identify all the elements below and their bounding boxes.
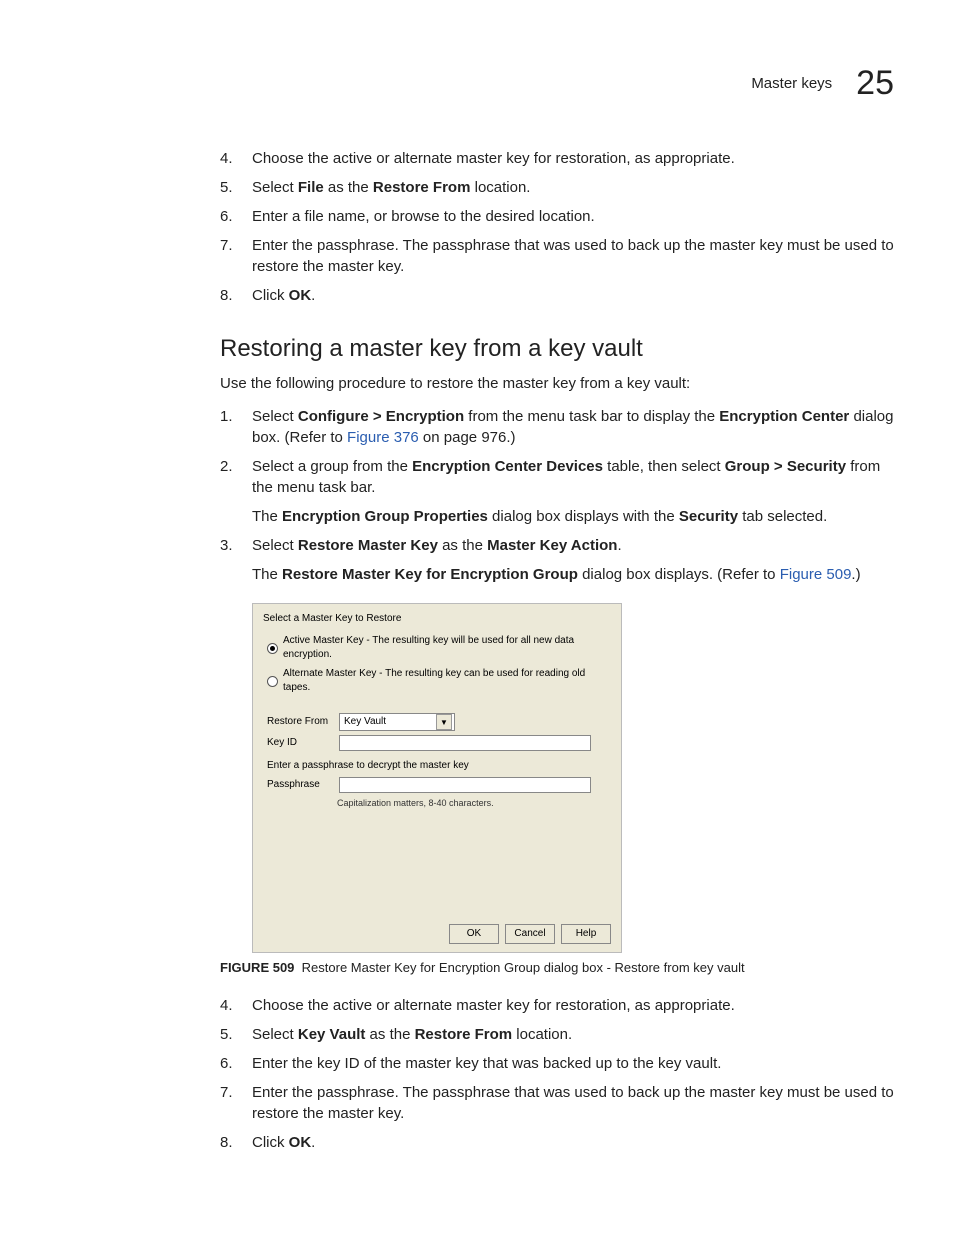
header-section-label: Master keys bbox=[751, 73, 832, 94]
step-item: 5. Select File as the Restore From locat… bbox=[220, 177, 894, 198]
step-item: 6. Enter a file name, or browse to the d… bbox=[220, 206, 894, 227]
step-text: Click OK. bbox=[252, 1132, 894, 1153]
restore-from-select[interactable]: Key Vault ▼ bbox=[339, 713, 455, 731]
figure-caption: FIGURE 509 Restore Master Key for Encryp… bbox=[220, 959, 894, 977]
step-item: 6. Enter the key ID of the master key th… bbox=[220, 1053, 894, 1074]
keyid-row: Key ID bbox=[267, 735, 611, 751]
step-subtext: The Encryption Group Properties dialog b… bbox=[252, 506, 894, 527]
keyid-input[interactable] bbox=[339, 735, 591, 751]
header-chapter-number: 25 bbox=[856, 60, 894, 108]
step-number: 6. bbox=[220, 206, 240, 227]
step-text: Choose the active or alternate master ke… bbox=[252, 995, 894, 1016]
help-button[interactable]: Help bbox=[561, 924, 611, 944]
figure-link[interactable]: Figure 376 bbox=[347, 429, 419, 446]
step-text: Enter the passphrase. The passphrase tha… bbox=[252, 1082, 894, 1124]
passphrase-prompt: Enter a passphrase to decrypt the master… bbox=[267, 759, 611, 773]
step-number: 5. bbox=[220, 177, 240, 198]
step-number: 4. bbox=[220, 148, 240, 169]
passphrase-hint: Capitalization matters, 8-40 characters. bbox=[337, 797, 611, 810]
step-text: Select Configure > Encryption from the m… bbox=[252, 406, 894, 448]
step-item: 4. Choose the active or alternate master… bbox=[220, 995, 894, 1016]
radio-active-master-key[interactable]: Active Master Key - The resulting key wi… bbox=[267, 634, 611, 662]
step-number: 6. bbox=[220, 1053, 240, 1074]
step-item: 1. Select Configure > Encryption from th… bbox=[220, 406, 894, 448]
step-text: Select File as the Restore From location… bbox=[252, 177, 894, 198]
step-item: 4. Choose the active or alternate master… bbox=[220, 148, 894, 169]
step-number: 7. bbox=[220, 1082, 240, 1124]
step-item: 8. Click OK. bbox=[220, 1132, 894, 1153]
radio-icon bbox=[267, 643, 278, 654]
page: Master keys 25 4. Choose the active or a… bbox=[0, 0, 954, 1235]
step-text: Click OK. bbox=[252, 285, 894, 306]
radio-label: Alternate Master Key - The resulting key… bbox=[283, 667, 611, 695]
step-text: Enter the key ID of the master key that … bbox=[252, 1053, 894, 1074]
step-subtext: The Restore Master Key for Encryption Gr… bbox=[252, 564, 894, 585]
radio-icon bbox=[267, 676, 278, 687]
step-number: 4. bbox=[220, 995, 240, 1016]
passphrase-input[interactable] bbox=[339, 777, 591, 793]
steps-list-bottom: 4. Choose the active or alternate master… bbox=[220, 995, 894, 1153]
step-number: 3. bbox=[220, 535, 240, 556]
ok-button[interactable]: OK bbox=[449, 924, 499, 944]
step-number: 8. bbox=[220, 285, 240, 306]
step-text: Select Restore Master Key as the Master … bbox=[252, 535, 894, 556]
step-item: 2. Select a group from the Encryption Ce… bbox=[220, 456, 894, 498]
page-content: 4. Choose the active or alternate master… bbox=[220, 148, 894, 1154]
dialog-button-row: OK Cancel Help bbox=[449, 924, 611, 944]
restore-from-row: Restore From Key Vault ▼ bbox=[267, 713, 611, 731]
step-number: 7. bbox=[220, 235, 240, 277]
step-text: Enter the passphrase. The passphrase tha… bbox=[252, 235, 894, 277]
intro-paragraph: Use the following procedure to restore t… bbox=[220, 373, 894, 394]
step-text: Select a group from the Encryption Cente… bbox=[252, 456, 894, 498]
step-number: 8. bbox=[220, 1132, 240, 1153]
figure-caption-text: Restore Master Key for Encryption Group … bbox=[302, 960, 745, 975]
step-text: Choose the active or alternate master ke… bbox=[252, 148, 894, 169]
step-item: 8. Click OK. bbox=[220, 285, 894, 306]
restore-master-key-dialog: Select a Master Key to Restore Active Ma… bbox=[252, 603, 622, 953]
select-value: Key Vault bbox=[344, 715, 386, 729]
passphrase-label: Passphrase bbox=[267, 778, 333, 792]
steps-list-mid: 1. Select Configure > Encryption from th… bbox=[220, 406, 894, 498]
passphrase-row: Passphrase bbox=[267, 777, 611, 793]
step-number: 2. bbox=[220, 456, 240, 498]
step-item: 5. Select Key Vault as the Restore From … bbox=[220, 1024, 894, 1045]
step-item: 7. Enter the passphrase. The passphrase … bbox=[220, 1082, 894, 1124]
step-item: 7. Enter the passphrase. The passphrase … bbox=[220, 235, 894, 277]
cancel-button[interactable]: Cancel bbox=[505, 924, 555, 944]
step-text: Select Key Vault as the Restore From loc… bbox=[252, 1024, 894, 1045]
dialog-title: Select a Master Key to Restore bbox=[263, 612, 611, 626]
step-number: 1. bbox=[220, 406, 240, 448]
chevron-down-icon: ▼ bbox=[436, 714, 452, 730]
radio-alternate-master-key[interactable]: Alternate Master Key - The resulting key… bbox=[267, 667, 611, 695]
steps-list-mid-cont: 3. Select Restore Master Key as the Mast… bbox=[220, 535, 894, 556]
section-heading: Restoring a master key from a key vault bbox=[220, 332, 894, 366]
steps-list-top: 4. Choose the active or alternate master… bbox=[220, 148, 894, 306]
restore-from-label: Restore From bbox=[267, 715, 333, 729]
radio-label: Active Master Key - The resulting key wi… bbox=[283, 634, 611, 662]
step-number: 5. bbox=[220, 1024, 240, 1045]
step-text: Enter a file name, or browse to the desi… bbox=[252, 206, 894, 227]
figure-link[interactable]: Figure 509 bbox=[780, 566, 852, 583]
page-header: Master keys 25 bbox=[60, 60, 894, 108]
step-item: 3. Select Restore Master Key as the Mast… bbox=[220, 535, 894, 556]
keyid-label: Key ID bbox=[267, 736, 333, 750]
figure-number: FIGURE 509 bbox=[220, 960, 294, 975]
